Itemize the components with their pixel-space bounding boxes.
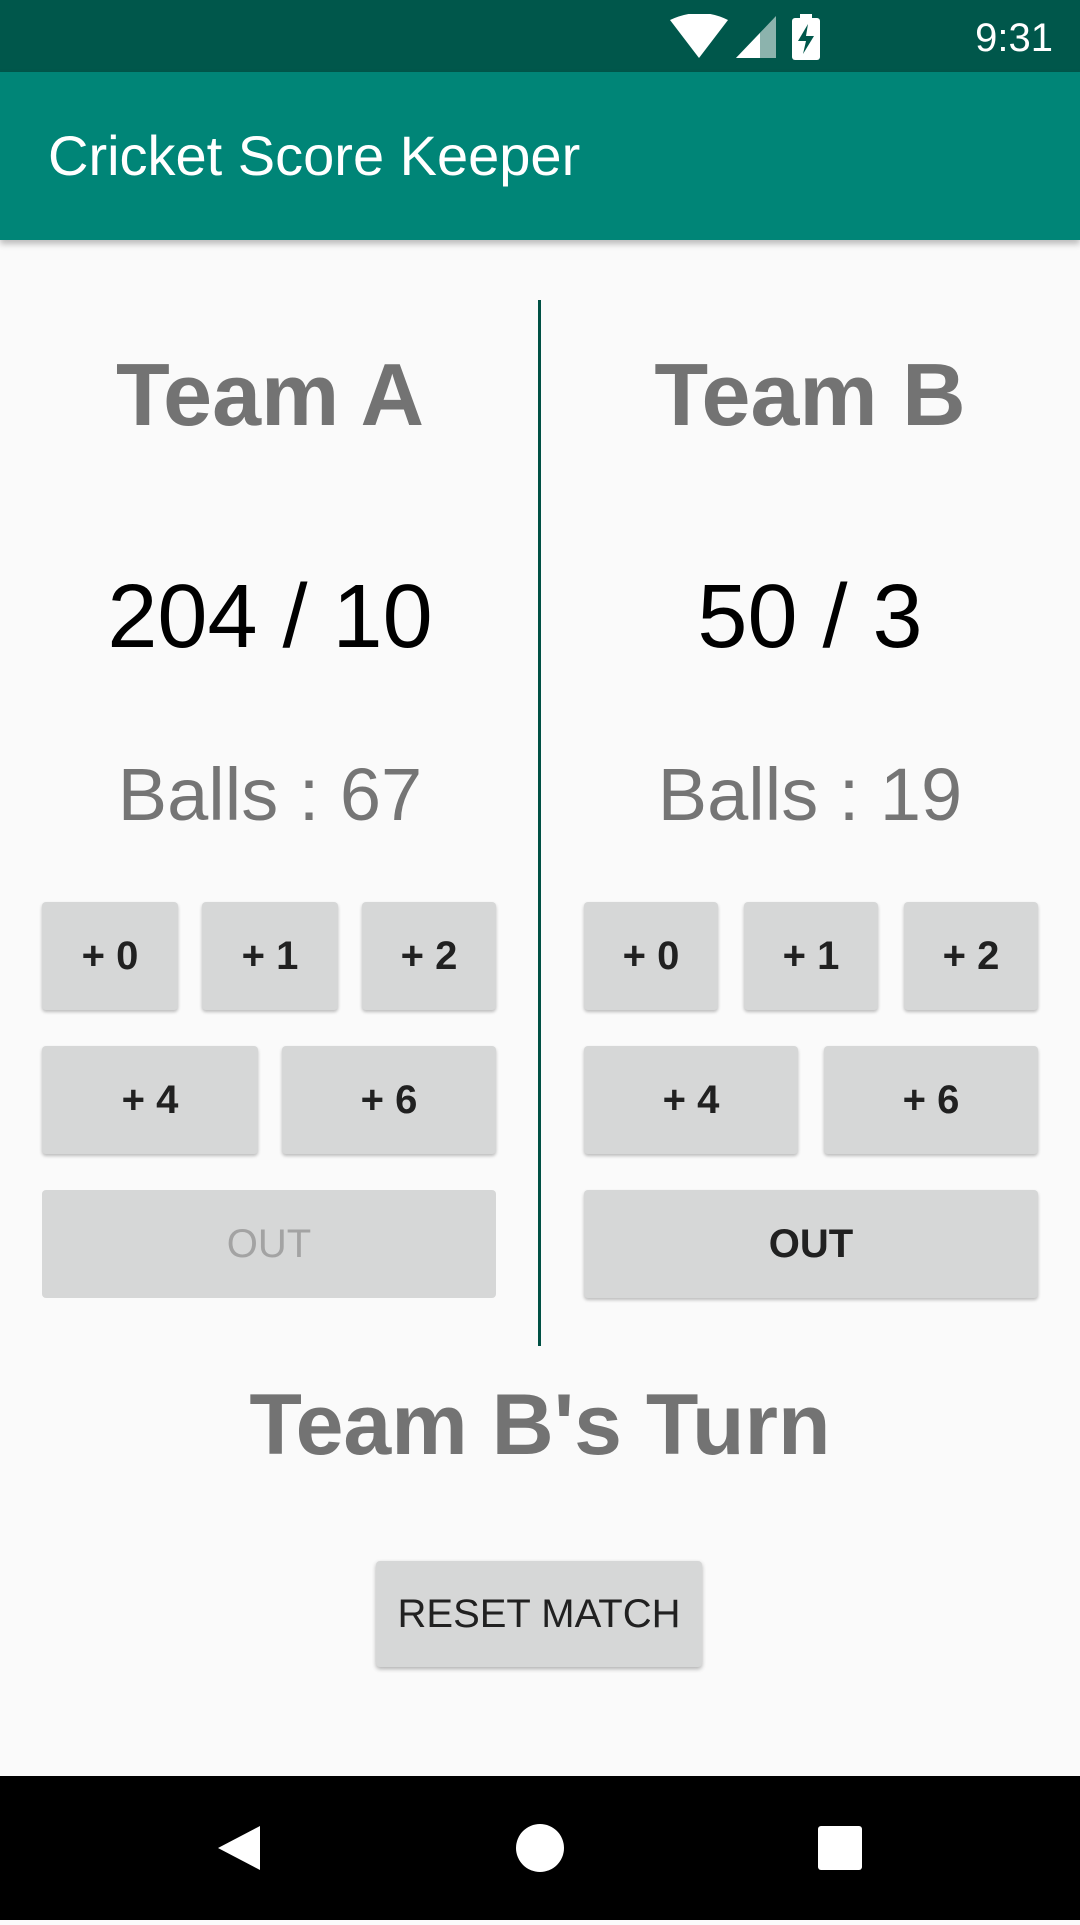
app-bar: Cricket Score Keeper — [0, 72, 1080, 240]
team-b-out-button[interactable]: OUT — [584, 1190, 1038, 1298]
wifi-icon — [670, 14, 728, 58]
team-a-plus-0-button[interactable]: + 0 — [42, 902, 178, 1010]
team-a-out-button[interactable]: OUT — [42, 1190, 496, 1298]
status-bar: 9:31 — [0, 0, 1080, 72]
team-b-plus-4-button[interactable]: + 4 — [584, 1046, 798, 1154]
turn-indicator: Team B's Turn — [249, 1377, 831, 1473]
team-b-score: 50 / 3 — [697, 567, 923, 667]
signal-icon — [736, 16, 776, 58]
status-time: 9:31 — [975, 16, 1053, 60]
team-a-name: Team A — [115, 345, 425, 444]
back-icon[interactable] — [218, 1826, 260, 1870]
team-b-plus-0-button[interactable]: + 0 — [584, 902, 718, 1010]
status-icons — [670, 14, 820, 60]
team-b-plus-2-button[interactable]: + 2 — [904, 902, 1038, 1010]
team-a-balls: Balls : 67 — [117, 753, 423, 836]
recents-icon[interactable] — [818, 1826, 862, 1870]
team-a-score: 204 / 10 — [107, 567, 433, 667]
team-b-plus-6-button[interactable]: + 6 — [824, 1046, 1038, 1154]
navigation-icons — [218, 1824, 862, 1872]
navigation-bar — [0, 1776, 1080, 1920]
team-a-plus-6-button[interactable]: + 6 — [282, 1046, 496, 1154]
team-b-balls: Balls : 19 — [657, 753, 963, 836]
team-b-name: Team B — [654, 345, 966, 444]
team-a-plus-4-button[interactable]: + 4 — [42, 1046, 258, 1154]
team-a-plus-1-button[interactable]: + 1 — [202, 902, 338, 1010]
app-title: Cricket Score Keeper — [48, 124, 581, 187]
team-a-plus-2-button[interactable]: + 2 — [362, 902, 496, 1010]
team-b-plus-1-button[interactable]: + 1 — [744, 902, 878, 1010]
home-icon[interactable] — [516, 1824, 564, 1872]
reset-match-button[interactable]: RESET MATCH — [376, 1561, 702, 1667]
battery-charging-icon — [792, 14, 820, 60]
